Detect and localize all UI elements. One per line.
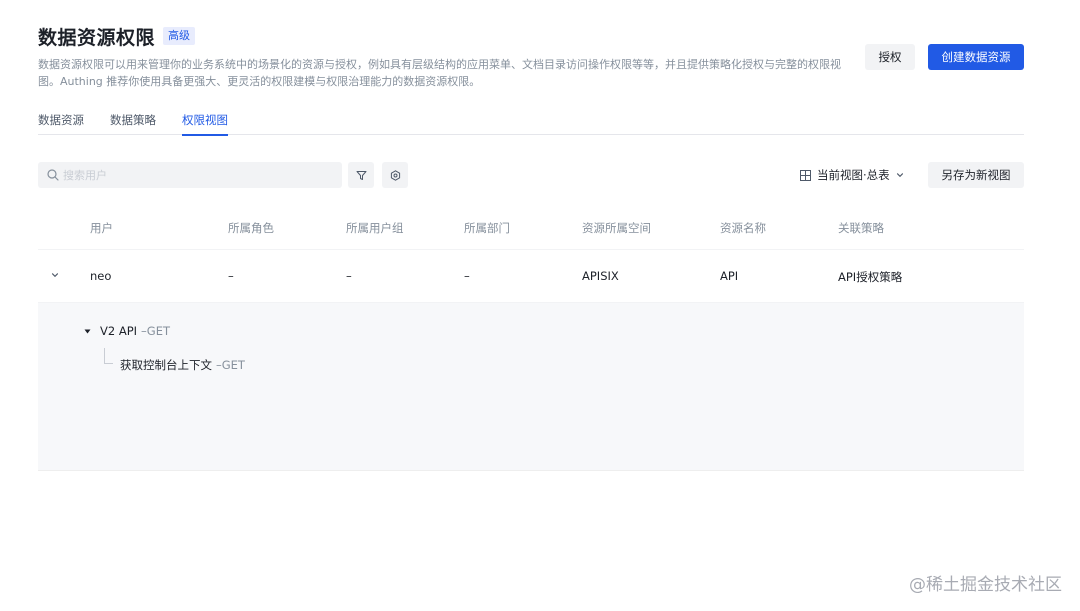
cell-user-groups: – bbox=[346, 269, 352, 283]
search-input[interactable] bbox=[63, 168, 323, 182]
page-title: 数据资源权限 bbox=[38, 26, 156, 49]
permission-table: 用户 所属角色 所属用户组 所属部门 资源所属空间 资源名称 关联策略 neo … bbox=[38, 205, 1024, 303]
view-selector[interactable]: 当前视图·总表 bbox=[800, 162, 904, 188]
premium-badge: 高级 bbox=[163, 27, 196, 45]
settings-button[interactable] bbox=[382, 162, 408, 188]
tab-data-resources[interactable]: 数据资源 bbox=[38, 112, 84, 135]
cell-resource-name: API bbox=[720, 269, 739, 283]
watermark: @稀土掘金技术社区 bbox=[909, 575, 1062, 595]
tree-node-label: 获取控制台上下文 bbox=[120, 358, 212, 372]
filter-button[interactable] bbox=[348, 162, 374, 188]
view-selector-label: 当前视图·总表 bbox=[817, 168, 890, 182]
tab-bar: 数据资源 数据策略 权限视图 bbox=[38, 112, 1024, 136]
save-as-new-view-button[interactable]: 另存为新视图 bbox=[928, 162, 1024, 188]
chevron-down-icon bbox=[896, 173, 903, 178]
expanded-row-detail: V2 API –GET 获取控制台上下文 –GET bbox=[38, 303, 1024, 471]
cell-policies: API授权策略 bbox=[838, 270, 903, 284]
cell-user: neo bbox=[90, 269, 112, 283]
table-header: 用户 所属角色 所属用户组 所属部门 资源所属空间 资源名称 关联策略 bbox=[38, 205, 1024, 250]
tab-permission-view[interactable]: 权限视图 bbox=[182, 112, 228, 136]
table-grid-icon bbox=[800, 169, 811, 181]
chevron-down-icon[interactable] bbox=[51, 271, 59, 279]
caret-down-icon[interactable] bbox=[84, 328, 91, 335]
header-actions: 授权 创建数据资源 bbox=[865, 44, 1024, 70]
column-header-user-groups: 所属用户组 bbox=[346, 221, 404, 235]
tree-node-label: V2 API bbox=[100, 324, 138, 338]
search-box[interactable] bbox=[38, 162, 342, 188]
toolbar: 当前视图·总表 另存为新视图 bbox=[38, 162, 1024, 188]
cell-departments: – bbox=[464, 269, 470, 283]
create-data-resource-button[interactable]: 创建数据资源 bbox=[928, 44, 1024, 70]
tree-node-parent[interactable]: V2 API –GET bbox=[84, 324, 170, 338]
tree-node-method: –GET bbox=[216, 358, 245, 372]
column-header-resource-name: 资源名称 bbox=[720, 221, 766, 235]
column-header-roles: 所属角色 bbox=[228, 221, 274, 235]
authorize-button[interactable]: 授权 bbox=[865, 44, 915, 70]
column-header-user: 用户 bbox=[90, 221, 113, 235]
filter-icon bbox=[356, 170, 366, 180]
tree-node-child[interactable]: 获取控制台上下文 –GET bbox=[120, 357, 245, 373]
tab-data-policies[interactable]: 数据策略 bbox=[110, 112, 156, 135]
search-icon bbox=[47, 169, 59, 181]
tree-node-method: –GET bbox=[141, 324, 170, 338]
gear-icon bbox=[390, 169, 400, 181]
column-header-departments: 所属部门 bbox=[464, 221, 510, 235]
column-header-policies: 关联策略 bbox=[838, 221, 884, 235]
page-description: 数据资源权限可以用来管理你的业务系统中的场景化的资源与授权，例如具有层级结构的应… bbox=[38, 58, 841, 88]
cell-roles: – bbox=[228, 269, 234, 283]
cell-resource-space: APISIX bbox=[582, 269, 619, 283]
tree-connector bbox=[104, 348, 113, 364]
column-header-resource-space: 资源所属空间 bbox=[582, 221, 651, 235]
table-row[interactable]: neo – – – APISIX API API授权策略 bbox=[38, 250, 1024, 303]
